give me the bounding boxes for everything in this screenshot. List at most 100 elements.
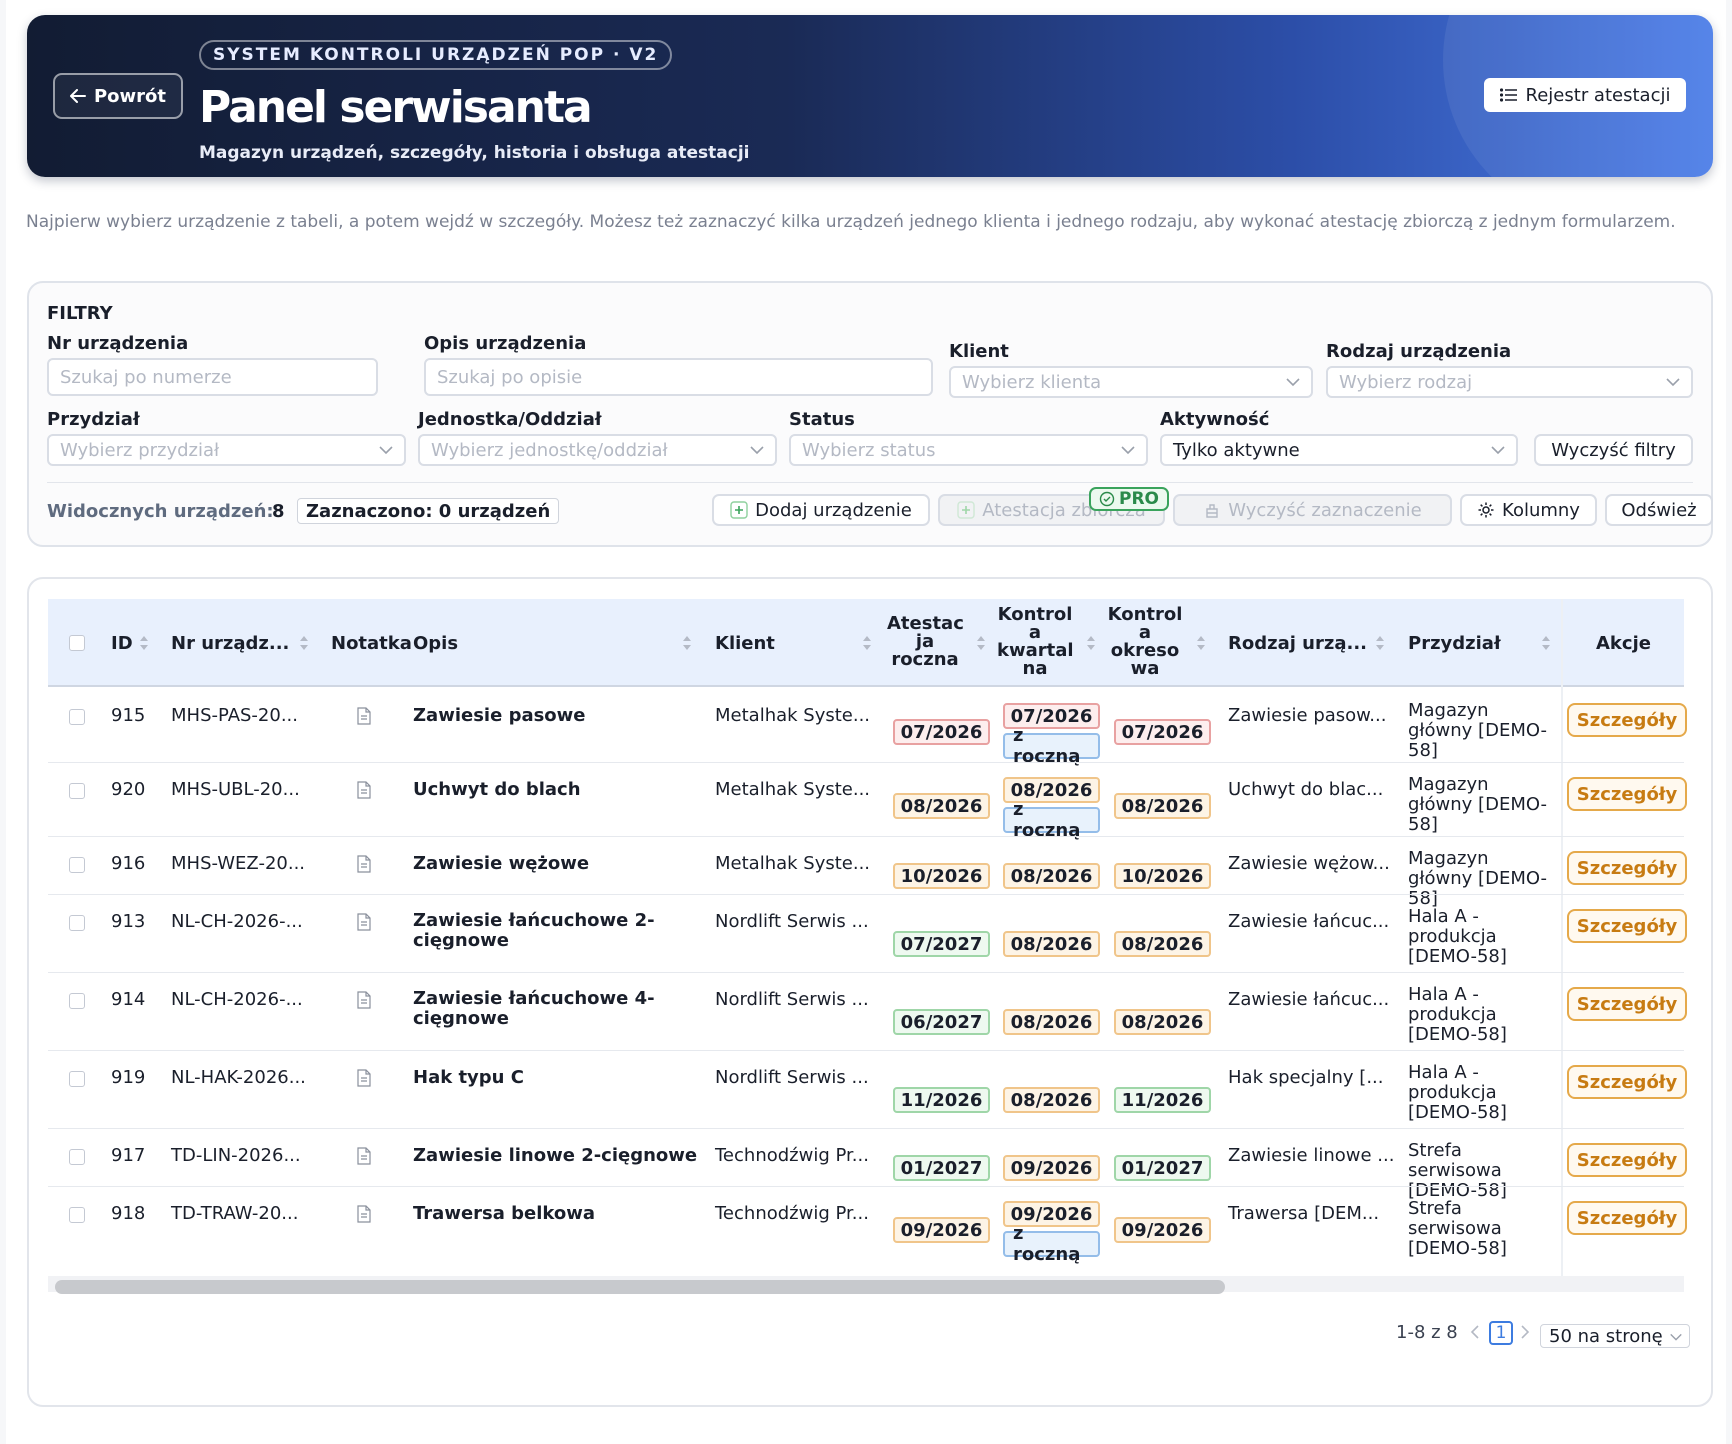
cell-nr: NL-CH-2026-...: [171, 911, 303, 932]
cell-nr: TD-TRAW-20...: [171, 1203, 299, 1224]
rodzaj-filter-select[interactable]: Wybierz rodzaj: [1326, 366, 1693, 398]
header-kwartalna[interactable]: Kontrol a kwartal na: [997, 606, 1074, 678]
cell-opis: Zawiesie linowe 2-cięgnowe: [413, 1145, 698, 1166]
clear-filters-button[interactable]: Wyczyść filtry: [1534, 434, 1693, 466]
aktywnosc-filter-select[interactable]: Tylko aktywne: [1160, 434, 1518, 466]
details-button[interactable]: Szczegóły: [1567, 1201, 1687, 1235]
row-divider: [48, 894, 1684, 895]
row-checkbox[interactable]: [69, 857, 85, 873]
jednostka-filter-value: Wybierz jednostkę/oddział: [431, 439, 668, 461]
pagination-current-page[interactable]: 1: [1489, 1321, 1513, 1345]
add-device-button[interactable]: Dodaj urządzenie: [712, 494, 930, 526]
check-circle-icon: [1099, 491, 1115, 507]
cell-rodzaj: Uchwyt do blac...: [1228, 779, 1384, 800]
row-checkbox[interactable]: [69, 1149, 85, 1165]
nr-filter-label: Nr urządzenia: [47, 333, 189, 354]
note-icon[interactable]: [357, 781, 371, 799]
clear-selection-button[interactable]: Wyczyść zaznaczenie: [1173, 494, 1452, 526]
klient-filter-value: Wybierz klienta: [962, 371, 1102, 393]
note-icon[interactable]: [357, 707, 371, 725]
pro-badge: PRO: [1089, 487, 1170, 511]
per-page-value: 50 na stronę: [1549, 1325, 1663, 1347]
details-button[interactable]: Szczegóły: [1567, 777, 1687, 811]
sort-icon[interactable]: [975, 634, 987, 652]
with-annual-badge: z roczną: [1003, 725, 1100, 767]
details-button[interactable]: Szczegóły: [1567, 987, 1687, 1021]
cell-nr: TD-LIN-2026...: [171, 1145, 301, 1166]
cell-kwartalna-badge: 08/2026: [1003, 863, 1100, 889]
chevron-down-icon: [1670, 1333, 1682, 1341]
sort-icon[interactable]: [1374, 634, 1386, 652]
cell-okresowa-badge: 09/2026: [1114, 1217, 1211, 1243]
row-divider: [48, 1186, 1684, 1187]
cell-id: 920: [111, 779, 146, 800]
row-divider: [48, 762, 1684, 763]
chevron-right-icon[interactable]: [1519, 1324, 1531, 1340]
row-checkbox[interactable]: [69, 1207, 85, 1223]
sort-icon[interactable]: [681, 634, 693, 652]
header-opis[interactable]: Opis: [413, 633, 458, 654]
sort-icon[interactable]: [861, 634, 873, 652]
intro-text: Najpierw wybierz urządzenie z tabeli, a …: [26, 212, 1676, 232]
cell-kwartalna-badge: 09/2026: [1003, 1155, 1100, 1181]
cell-okresowa-badge: 10/2026: [1114, 863, 1211, 889]
page-subtitle: Magazyn urządzeń, szczegóły, historia i …: [199, 143, 750, 163]
columns-button[interactable]: Kolumny: [1460, 494, 1597, 526]
klient-filter-select[interactable]: Wybierz klienta: [949, 366, 1313, 398]
details-button[interactable]: Szczegóły: [1567, 1065, 1687, 1099]
details-button[interactable]: Szczegóły: [1567, 851, 1687, 885]
register-button[interactable]: Rejestr atestacji: [1484, 78, 1686, 112]
per-page-select[interactable]: 50 na stronę: [1540, 1324, 1690, 1348]
header-rodzaj[interactable]: Rodzaj urzą...: [1228, 633, 1367, 654]
note-icon[interactable]: [357, 1069, 371, 1087]
sort-icon[interactable]: [138, 634, 150, 652]
chevron-left-icon[interactable]: [1469, 1324, 1481, 1340]
row-divider: [48, 972, 1684, 973]
header-klient[interactable]: Klient: [715, 633, 775, 654]
sort-icon[interactable]: [1085, 634, 1097, 652]
cell-atestacja-badge: 07/2026: [893, 719, 990, 745]
cell-okresowa-badge: 08/2026: [1114, 931, 1211, 957]
row-checkbox[interactable]: [69, 1071, 85, 1087]
row-checkbox[interactable]: [69, 709, 85, 725]
note-icon[interactable]: [357, 1147, 371, 1165]
sort-icon[interactable]: [1195, 634, 1207, 652]
header-nr[interactable]: Nr urządz...: [171, 633, 289, 654]
cell-nr: MHS-UBL-20...: [171, 779, 300, 800]
cell-atestacja-badge: 10/2026: [893, 863, 990, 889]
note-icon[interactable]: [357, 991, 371, 1009]
row-checkbox[interactable]: [69, 993, 85, 1009]
note-icon[interactable]: [357, 913, 371, 931]
header-atestacja[interactable]: Atestac ja roczna: [887, 615, 964, 669]
note-icon[interactable]: [357, 855, 371, 873]
jednostka-filter-select[interactable]: Wybierz jednostkę/oddział: [418, 434, 777, 466]
sort-icon[interactable]: [298, 634, 310, 652]
back-button-label: Powrót: [93, 85, 167, 107]
header-przydzial[interactable]: Przydział: [1408, 633, 1501, 654]
refresh-button[interactable]: Odśwież: [1605, 494, 1713, 526]
opis-filter-input[interactable]: Szukaj po opisie: [424, 358, 933, 396]
nr-filter-input[interactable]: Szukaj po numerze: [47, 358, 378, 396]
details-button[interactable]: Szczegóły: [1567, 703, 1687, 737]
status-filter-select[interactable]: Wybierz status: [789, 434, 1148, 466]
select-all-checkbox[interactable]: [69, 635, 85, 651]
details-button[interactable]: Szczegóły: [1567, 909, 1687, 943]
header-id[interactable]: ID: [111, 633, 133, 654]
gear-icon: [1478, 502, 1494, 518]
przydzial-filter-select[interactable]: Wybierz przydział: [47, 434, 406, 466]
add-device-label: Dodaj urządzenie: [755, 499, 912, 521]
selected-count-badge: Zaznaczono: 0 urządzeń: [297, 498, 560, 524]
cell-przydzial: Strefa serwisowa [DEMO-58]: [1408, 1198, 1507, 1259]
scrollbar-thumb[interactable]: [55, 1280, 1225, 1294]
chevron-down-icon: [1666, 378, 1680, 387]
note-icon[interactable]: [357, 1205, 371, 1223]
header-okresowa[interactable]: Kontrol a okreso wa: [1107, 606, 1183, 678]
cell-nr: NL-HAK-2026...: [171, 1067, 306, 1088]
back-button[interactable]: Powrót: [53, 73, 183, 119]
arrow-left-icon: [69, 89, 86, 103]
row-checkbox[interactable]: [69, 915, 85, 931]
details-button[interactable]: Szczegóły: [1567, 1143, 1687, 1177]
row-divider: [48, 836, 1684, 837]
sort-icon[interactable]: [1540, 634, 1552, 652]
row-checkbox[interactable]: [69, 783, 85, 799]
